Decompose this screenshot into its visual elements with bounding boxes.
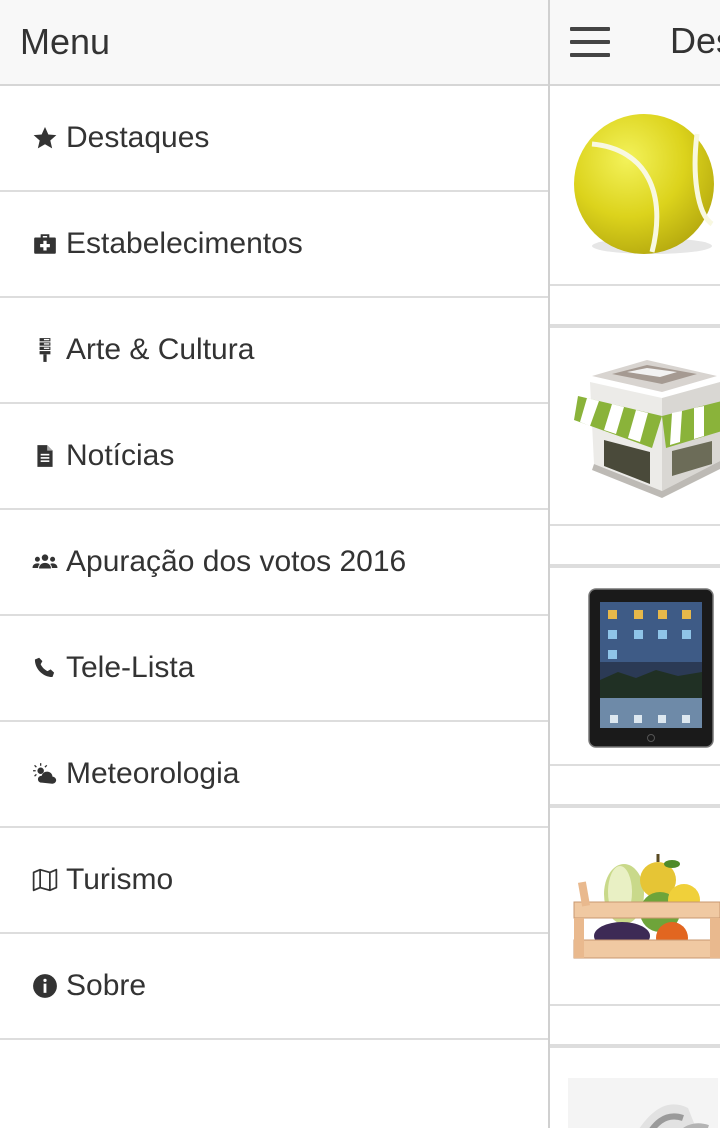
menu-title: Menu <box>20 21 111 62</box>
page-title: Destaques <box>670 20 720 61</box>
card-tennis-ball[interactable] <box>550 86 720 286</box>
side-menu: Menu Destaques Estabelecimentos Arte & C… <box>0 0 549 1128</box>
card-shop[interactable] <box>550 326 720 526</box>
card-tablet[interactable] <box>550 566 720 766</box>
menu-item-label: Notícias <box>66 439 175 472</box>
menu-item-label: Estabelecimentos <box>66 227 303 260</box>
menu-item-turismo[interactable]: Turismo <box>0 828 549 934</box>
fruit-crate-image <box>573 854 720 959</box>
map-icon <box>32 867 58 893</box>
menu-item-noticias[interactable]: Notícias <box>0 404 549 510</box>
star-icon <box>32 125 58 151</box>
shop-image <box>574 360 720 498</box>
card-spacer <box>550 766 720 806</box>
medkit-icon <box>32 231 58 257</box>
menu-item-meteorologia[interactable]: Meteorologia <box>0 722 549 828</box>
menu-item-estabelecimentos[interactable]: Estabelecimentos <box>0 192 549 298</box>
info-icon <box>32 973 58 999</box>
menu-item-label: Sobre <box>66 969 147 1002</box>
main-content: Destaques <box>550 0 720 1128</box>
card-spacer <box>550 526 720 566</box>
card-partial[interactable] <box>550 1046 720 1128</box>
main-header: Destaques <box>550 0 720 86</box>
menu-item-sobre[interactable]: Sobre <box>0 934 549 1040</box>
card-fruit-crate[interactable] <box>550 806 720 1006</box>
menu-item-label: Tele-Lista <box>66 651 195 684</box>
microphone-icon <box>32 337 58 363</box>
card-spacer <box>550 286 720 326</box>
users-icon <box>32 549 58 575</box>
tennis-ball-image <box>574 114 714 254</box>
menu-item-label: Arte & Cultura <box>66 333 255 366</box>
menu-item-apuracao[interactable]: Apuração dos votos 2016 <box>0 510 549 616</box>
menu-item-arte-cultura[interactable]: Arte & Cultura <box>0 298 549 404</box>
menu-header: Menu <box>0 0 549 86</box>
hamburger-icon[interactable] <box>570 27 610 57</box>
phone-icon <box>32 655 58 681</box>
card-spacer <box>550 1006 720 1046</box>
menu-item-label: Meteorologia <box>66 757 240 790</box>
menu-item-label: Turismo <box>66 863 174 896</box>
document-icon <box>32 443 58 469</box>
menu-item-destaques[interactable]: Destaques <box>0 86 549 192</box>
menu-item-label: Destaques <box>66 121 210 154</box>
tablet-image <box>588 588 714 748</box>
menu-item-tele-lista[interactable]: Tele-Lista <box>0 616 549 722</box>
partial-image <box>568 1078 718 1128</box>
menu-item-label: Apuração dos votos 2016 <box>66 545 407 578</box>
weather-icon <box>32 761 58 787</box>
menu-list: Destaques Estabelecimentos Arte & Cultur… <box>0 86 549 1040</box>
